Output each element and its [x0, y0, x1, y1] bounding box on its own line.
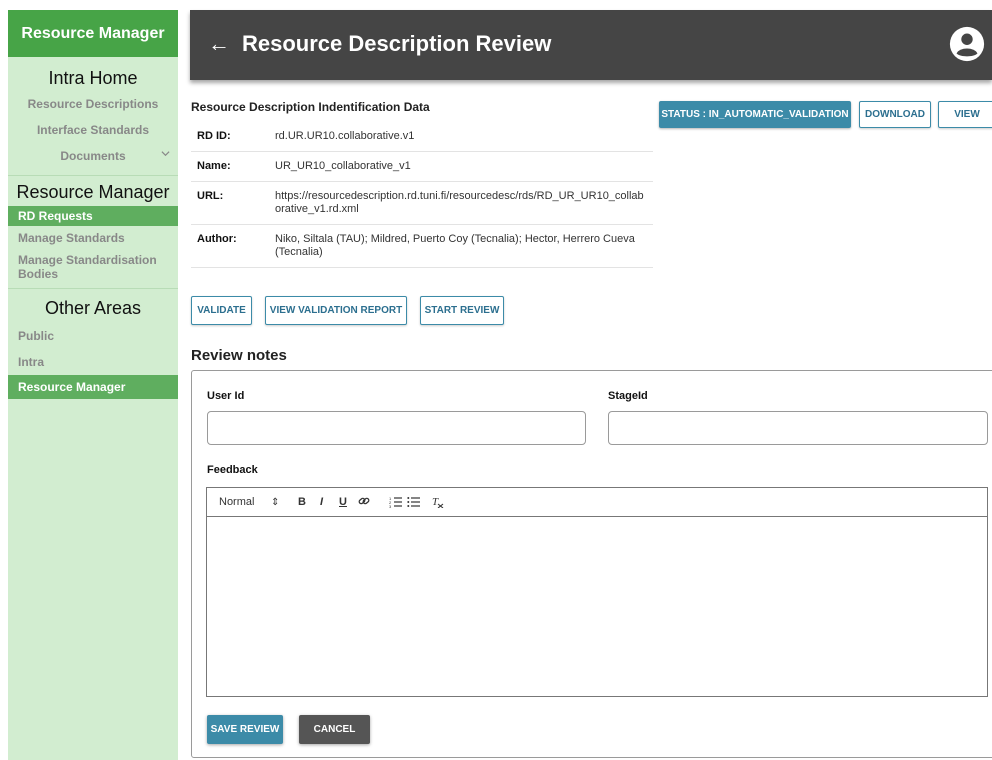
- feedback-label: Feedback: [207, 464, 258, 476]
- sidebar-item-label: Public: [18, 329, 55, 343]
- sidebar-item-intra[interactable]: Intra: [8, 349, 178, 375]
- sidebar-item-label: Resource Manager: [18, 380, 126, 394]
- review-form: User Id StageId Feedback Normal ⇕ B I U …: [191, 370, 992, 758]
- underline-button[interactable]: U: [339, 496, 347, 509]
- table-row: Author: Niko, Siltala (TAU); Mildred, Pu…: [191, 224, 653, 268]
- sidebar-item-documents[interactable]: Documents: [8, 143, 178, 169]
- sidebar-section-title: Resource Manager: [16, 182, 170, 202]
- review-notes-title: Review notes: [191, 347, 287, 364]
- sidebar-divider: [8, 175, 178, 176]
- table-row: RD ID: rd.UR.UR10.collaborative.v1: [191, 122, 653, 152]
- sidebar-item-label: Resource Descriptions: [27, 97, 159, 111]
- sidebar-item-label: Interface Standards: [36, 123, 150, 137]
- sidebar-item-resource-descriptions[interactable]: Resource Descriptions: [8, 91, 178, 117]
- feedback-editor: Normal ⇕ B I U 123 T: [206, 487, 988, 697]
- sidebar-item-label: Manage Standardisation Bodies: [18, 253, 157, 281]
- format-select[interactable]: Normal: [219, 496, 254, 509]
- start-review-button[interactable]: START REVIEW: [420, 296, 504, 325]
- clear-format-icon[interactable]: T: [431, 495, 444, 512]
- editor-toolbar: Normal ⇕ B I U 123 T: [207, 488, 987, 517]
- sidebar-item-public[interactable]: Public: [8, 323, 178, 349]
- stage-id-input[interactable]: [608, 411, 988, 445]
- view-validation-report-button[interactable]: VIEW VALIDATION REPORT: [265, 296, 407, 325]
- sidebar-section-title: Other Areas: [44, 298, 142, 318]
- sidebar: Resource Manager Intra Home Resource Des…: [8, 10, 178, 760]
- page-title: Resource Description Review: [242, 31, 552, 56]
- ordered-list-icon[interactable]: 123: [389, 496, 402, 512]
- status-badge[interactable]: STATUS : IN_AUTOMATIC_VALIDATION: [659, 101, 851, 128]
- table-row: URL: https://resourcedescription.rd.tuni…: [191, 181, 653, 225]
- user-id-label: User Id: [207, 390, 245, 402]
- user-id-input[interactable]: [207, 411, 586, 445]
- sidebar-section-title: Intra Home: [48, 68, 138, 88]
- row-value: Niko, Siltala (TAU); Mildred, Puerto Coy…: [271, 224, 653, 268]
- chevron-down-icon[interactable]: [161, 143, 170, 169]
- arrow-left-icon[interactable]: ←: [208, 30, 230, 58]
- identification-table: RD ID: rd.UR.UR10.collaborative.v1 Name:…: [191, 122, 653, 268]
- sidebar-item-label: Intra: [18, 355, 45, 369]
- svg-text:3: 3: [389, 504, 392, 508]
- sidebar-item-manage-standards[interactable]: Manage Standards: [8, 226, 178, 250]
- sidebar-item-resource-manager[interactable]: Resource Manager: [8, 375, 178, 399]
- sidebar-item-label: Manage Standards: [18, 231, 125, 245]
- account-circle-icon[interactable]: [948, 25, 986, 63]
- sidebar-item-manage-standardisation-bodies[interactable]: Manage Standardisation Bodies: [8, 250, 178, 286]
- identification-title: Resource Description Indentification Dat…: [191, 100, 430, 114]
- table-row: Name: UR_UR10_collaborative_v1: [191, 151, 653, 182]
- sidebar-divider: [8, 288, 178, 289]
- link-icon[interactable]: [358, 495, 370, 511]
- download-button[interactable]: DOWNLOAD: [859, 101, 931, 128]
- view-button[interactable]: VIEW: [938, 101, 992, 128]
- svg-text:T: T: [432, 496, 439, 508]
- row-value: rd.UR.UR10.collaborative.v1: [271, 122, 653, 152]
- italic-button[interactable]: I: [320, 496, 323, 509]
- sidebar-item-label: RD Requests: [18, 209, 93, 223]
- bullet-list-icon[interactable]: [407, 496, 420, 512]
- row-value: UR_UR10_collaborative_v1: [271, 151, 653, 182]
- sidebar-item-rd-requests[interactable]: RD Requests: [8, 206, 178, 226]
- row-label: Author:: [191, 224, 271, 268]
- app-header: ← Resource Description Review: [190, 10, 992, 80]
- save-review-button[interactable]: SAVE REVIEW: [207, 715, 283, 744]
- sidebar-brand[interactable]: Resource Manager: [8, 10, 178, 57]
- format-select-arrows-icon[interactable]: ⇕: [271, 496, 279, 509]
- row-label: RD ID:: [191, 122, 271, 152]
- row-value: https://resourcedescription.rd.tuni.fi/r…: [271, 181, 653, 225]
- sidebar-item-interface-standards[interactable]: Interface Standards: [8, 117, 178, 143]
- cancel-button[interactable]: CANCEL: [299, 715, 370, 744]
- stage-id-label: StageId: [608, 390, 648, 402]
- row-label: URL:: [191, 181, 271, 225]
- sidebar-item-label: Documents: [60, 149, 126, 163]
- feedback-editor-area[interactable]: [207, 517, 987, 697]
- row-label: Name:: [191, 151, 271, 182]
- bold-button[interactable]: B: [298, 496, 306, 509]
- validate-button[interactable]: VALIDATE: [191, 296, 252, 325]
